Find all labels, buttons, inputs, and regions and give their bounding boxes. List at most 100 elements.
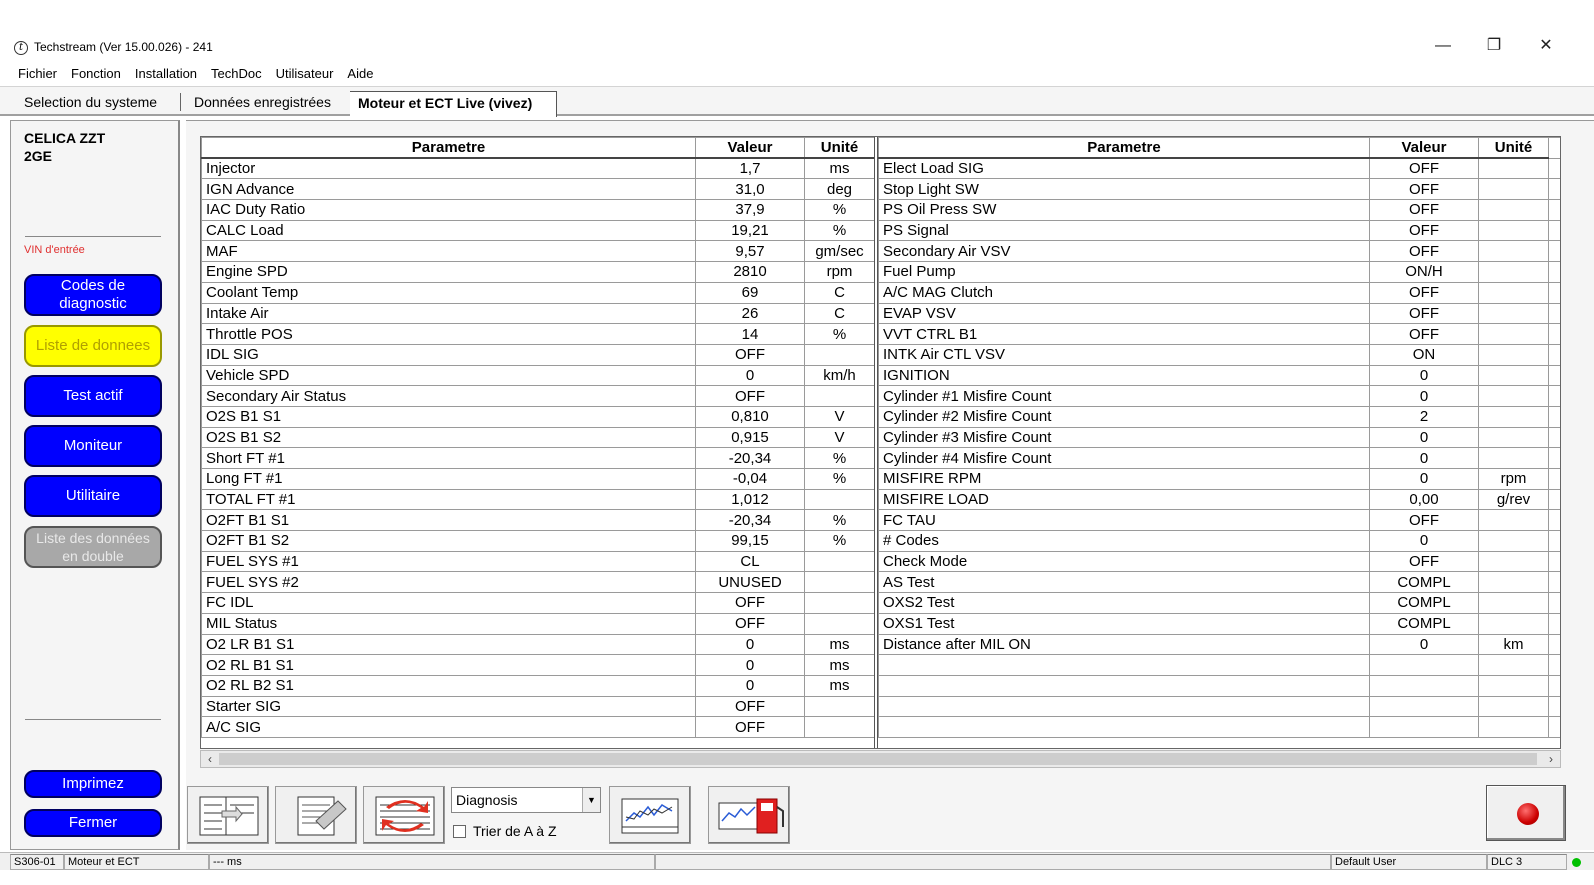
table-row[interactable]: O2S B1 S1 0,810 V (201, 405, 875, 428)
data-list-grid[interactable]: Parametre Valeur Unité Injector 1,7 ms IGN … (200, 136, 1561, 749)
record-button[interactable] (1486, 785, 1566, 841)
scroll-right-icon[interactable]: › (1542, 751, 1560, 767)
table-row[interactable]: MISFIRE RPM 0 rpm (878, 468, 1560, 490)
test-actif-button[interactable]: Test actif (24, 375, 162, 417)
mode-select[interactable]: Diagnosis ▼ (451, 787, 601, 813)
table-row[interactable] (878, 654, 1560, 676)
minimize-button[interactable]: — (1423, 34, 1463, 58)
menu-fichier[interactable]: Fichier (12, 64, 65, 84)
table-row[interactable]: Engine SPD 2810 rpm (201, 261, 875, 283)
table-row[interactable]: A/C MAG Clutch OFF (878, 281, 1560, 304)
table-row[interactable]: IGN Advance 31,0 deg (201, 178, 875, 201)
table-row[interactable]: O2 LR B1 S1 0 ms (201, 633, 875, 656)
menu-fonction[interactable]: Fonction (65, 64, 129, 84)
table-row[interactable]: Cylinder #4 Misfire Count 0 (878, 447, 1560, 469)
table-row[interactable]: MISFIRE LOAD 0,00 g/rev (878, 488, 1560, 511)
table-row[interactable]: OXS2 Test COMPL (878, 592, 1560, 614)
column-header-param[interactable]: Parametre (878, 137, 1370, 160)
table-row[interactable]: CALC Load 19,21% (201, 219, 875, 242)
table-row[interactable]: Throttle POS 14% (201, 323, 875, 345)
table-row[interactable]: IGNITION 0 (878, 364, 1560, 387)
param-value: 69 (695, 281, 805, 304)
graph-fuel-button[interactable] (708, 786, 790, 844)
table-row[interactable]: Distance after MIL ON 0 km (878, 633, 1560, 656)
table-row[interactable] (878, 695, 1560, 718)
table-row[interactable]: Secondary Air Status OFF (201, 385, 875, 407)
menu-utilisateur[interactable]: Utilisateur (270, 64, 342, 84)
table-row[interactable]: IAC Duty Ratio 37,9% (201, 199, 875, 221)
table-row[interactable]: A/C SIG OFF (201, 716, 875, 738)
table-row[interactable]: O2 RL B1 S1 0 ms (201, 654, 875, 676)
table-row[interactable]: # Codes 0 (878, 530, 1560, 552)
column-header-value[interactable]: Valeur (1369, 137, 1479, 160)
table-row[interactable]: Vehicle SPD 0 km/h (201, 364, 875, 387)
table-row[interactable]: EVAP VSV OFF (878, 302, 1560, 325)
table-row[interactable]: TOTAL FT #1 1,012 (201, 488, 875, 511)
utilitaire-button[interactable]: Utilitaire (24, 475, 162, 517)
table-row[interactable]: PS Oil Press SW OFF (878, 199, 1560, 221)
table-row[interactable] (878, 674, 1560, 697)
table-row[interactable]: MAF 9,57 gm/sec (201, 240, 875, 263)
tab-selection-systeme[interactable]: Selection du systeme (16, 91, 165, 117)
column-header-value[interactable]: Valeur (695, 137, 805, 160)
column-header-param[interactable]: Parametre (201, 137, 696, 160)
scroll-left-icon[interactable]: ‹ (201, 751, 219, 767)
liste-donnees-button[interactable]: Liste de donnees (24, 325, 162, 367)
moniteur-button[interactable]: Moniteur (24, 425, 162, 467)
table-row[interactable]: FC IDL OFF (201, 592, 875, 614)
table-row[interactable]: Stop Light SW OFF (878, 178, 1560, 201)
table-row[interactable]: AS Test COMPL (878, 571, 1560, 594)
table-row[interactable]: INTK Air CTL VSV ON (878, 343, 1560, 366)
table-row[interactable]: PS Signal OFF (878, 219, 1560, 242)
table-row[interactable]: Secondary Air VSV OFF (878, 240, 1560, 263)
snapshot-button[interactable] (275, 786, 357, 844)
table-row[interactable]: Short FT #1 -20,34% (201, 447, 875, 469)
table-row[interactable]: O2FT B1 S1 -20,34% (201, 509, 875, 532)
menu-techdoc[interactable]: TechDoc (205, 64, 270, 84)
table-row[interactable]: FC TAU OFF (878, 509, 1560, 532)
imprimez-button[interactable]: Imprimez (24, 770, 162, 798)
vin-input-label[interactable]: VIN d'entrée (24, 244, 85, 256)
filler-cell (1548, 364, 1560, 387)
table-row[interactable]: FUEL SYS #2 UNUSED (201, 571, 875, 594)
column-header-unit[interactable]: Unité (804, 137, 875, 160)
scrollbar-thumb[interactable] (219, 753, 1537, 765)
table-row[interactable]: Intake Air 26 C (201, 302, 875, 325)
table-row[interactable] (878, 716, 1560, 738)
table-row[interactable]: Check Mode OFF (878, 550, 1560, 573)
table-row[interactable]: Fuel Pump ON/H (878, 261, 1560, 283)
codes-diagnostic-button[interactable]: Codes de diagnostic (24, 274, 162, 316)
table-row[interactable]: OXS1 Test COMPL (878, 612, 1560, 635)
table-row[interactable]: Coolant Temp 69 C (201, 281, 875, 304)
restore-button[interactable]: ❐ (1474, 34, 1514, 58)
menu-installation[interactable]: Installation (129, 64, 205, 84)
chevron-down-icon[interactable]: ▼ (582, 788, 600, 812)
tab-donnees-enregistrees[interactable]: Données enregistrées (186, 91, 339, 117)
sort-checkbox[interactable] (453, 825, 466, 838)
table-row[interactable]: O2S B1 S2 0,915 V (201, 426, 875, 449)
table-row[interactable]: FUEL SYS #1 CL (201, 550, 875, 573)
table-row[interactable]: MIL Status OFF (201, 612, 875, 635)
liste-donnees-double-button[interactable]: Liste des données en double (24, 526, 162, 568)
table-row[interactable]: VVT CTRL B1 OFF (878, 323, 1560, 345)
table-row[interactable]: O2 RL B2 S1 0 ms (201, 674, 875, 697)
horizontal-scrollbar[interactable]: ‹ › (200, 750, 1561, 768)
table-row[interactable]: Elect Load SIG OFF (878, 157, 1560, 180)
swap-list-button[interactable] (363, 786, 445, 844)
table-row[interactable]: Cylinder #2 Misfire Count 2 (878, 405, 1560, 428)
table-layout-button[interactable] (187, 786, 269, 844)
sort-checkbox-label[interactable]: Trier de A à Z (473, 823, 557, 839)
table-row[interactable]: Cylinder #1 Misfire Count 0 (878, 385, 1560, 407)
table-row[interactable]: Starter SIG OFF (201, 695, 875, 718)
table-row[interactable]: Cylinder #3 Misfire Count 0 (878, 426, 1560, 449)
graph-button[interactable] (609, 786, 691, 844)
table-row[interactable]: IDL SIG OFF (201, 343, 875, 366)
menu-aide[interactable]: Aide (341, 64, 381, 84)
close-button[interactable]: ✕ (1526, 34, 1566, 58)
table-row[interactable]: O2FT B1 S2 99,15% (201, 530, 875, 552)
table-row[interactable]: Long FT #1 -0,04% (201, 468, 875, 490)
tab-moteur-ect-live[interactable]: Moteur et ECT Live (vivez) (350, 91, 557, 117)
fermer-button[interactable]: Fermer (24, 809, 162, 837)
table-row[interactable]: Injector 1,7 ms (201, 157, 875, 180)
column-header-unit[interactable]: Unité (1478, 137, 1549, 160)
